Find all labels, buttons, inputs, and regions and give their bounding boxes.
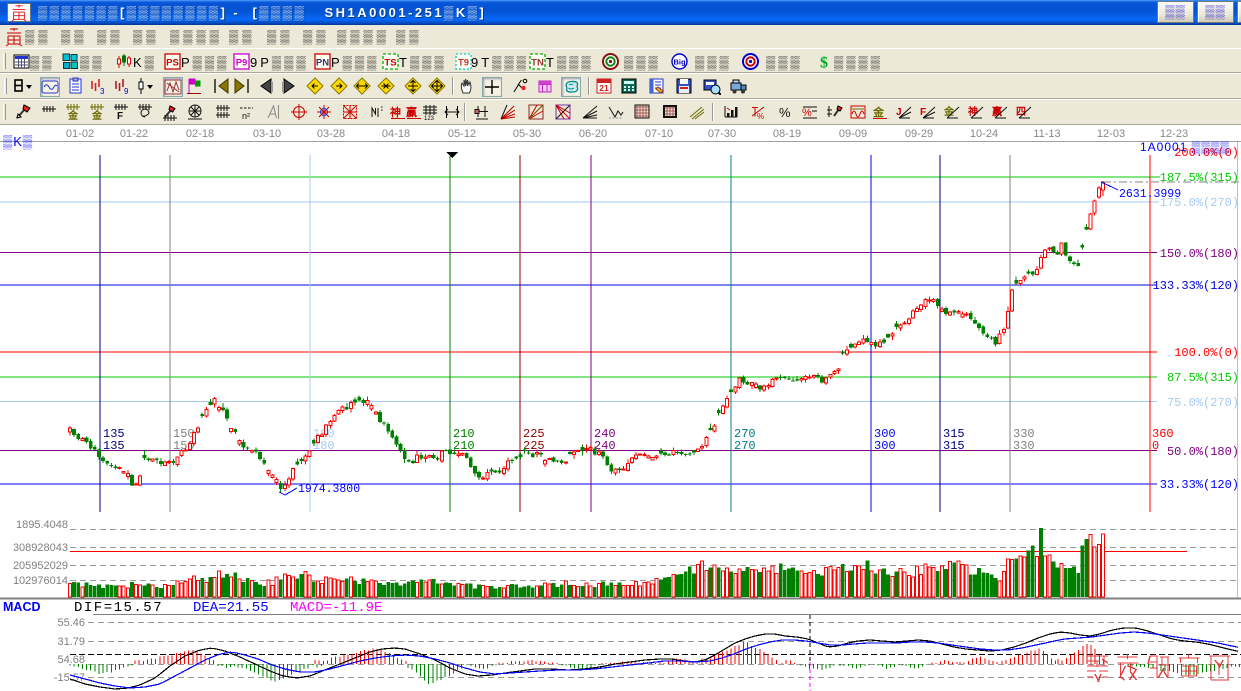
svg-text:133.33%(120): 133.33%(120) <box>1153 279 1239 293</box>
svg-text:TN: TN <box>531 58 544 69</box>
svg-text:04-18: 04-18 <box>382 128 410 140</box>
svg-text:240: 240 <box>594 439 616 453</box>
svg-text:PN: PN <box>316 58 329 69</box>
svg-text:神: 神 <box>390 105 401 119</box>
svg-text:12-03: 12-03 <box>1097 128 1125 140</box>
svg-text:05-30: 05-30 <box>513 128 541 140</box>
svg-text:11-13: 11-13 <box>1033 128 1060 140</box>
svg-text:75.0%(270): 75.0%(270) <box>1167 396 1239 410</box>
svg-text:TS: TS <box>384 58 396 69</box>
svg-text:308928043: 308928043 <box>13 542 68 554</box>
svg-text:DIF=15.57: DIF=15.57 <box>74 600 163 616</box>
svg-text:09-09: 09-09 <box>839 128 867 140</box>
svg-text:2631.3999: 2631.3999 <box>1119 188 1181 201</box>
svg-text:205952029: 205952029 <box>13 560 68 572</box>
svg-text:0: 0 <box>1152 439 1159 453</box>
svg-text:330: 330 <box>1013 439 1035 453</box>
svg-text:%: % <box>757 112 764 121</box>
svg-text:金: 金 <box>67 109 79 121</box>
svg-text:07-10: 07-10 <box>645 128 673 140</box>
svg-text:02-18: 02-18 <box>186 128 214 140</box>
svg-text:300: 300 <box>874 439 896 453</box>
svg-text:100.0%(0): 100.0%(0) <box>1174 346 1239 360</box>
svg-text:1974.3800: 1974.3800 <box>298 483 360 496</box>
svg-text:9: 9 <box>124 87 129 95</box>
svg-text:102976014: 102976014 <box>13 575 68 587</box>
svg-text:33.33%(120): 33.33%(120) <box>1160 478 1239 492</box>
svg-text:3: 3 <box>100 87 105 95</box>
svg-text:07-30: 07-30 <box>708 128 736 140</box>
svg-text:MACD: MACD <box>3 600 41 614</box>
svg-text:1895.4048: 1895.4048 <box>16 519 68 531</box>
svg-text:54.68: 54.68 <box>57 654 85 666</box>
svg-text:12-23: 12-23 <box>1160 128 1188 140</box>
svg-text:T9: T9 <box>458 58 469 69</box>
svg-text:03-28: 03-28 <box>317 128 345 140</box>
svg-text:08-19: 08-19 <box>773 128 801 140</box>
svg-text:123: 123 <box>424 116 435 121</box>
svg-text:01-22: 01-22 <box>120 128 148 140</box>
svg-text:MACD=-11.9E: MACD=-11.9E <box>290 600 382 616</box>
svg-text:150.0%(180): 150.0%(180) <box>1160 247 1239 261</box>
svg-text:01-02: 01-02 <box>66 128 94 140</box>
svg-text:03-10: 03-10 <box>253 128 281 140</box>
svg-text:187.5%(315): 187.5%(315) <box>1160 171 1239 185</box>
svg-text:50.0%(180): 50.0%(180) <box>1167 445 1239 459</box>
svg-text:1A0001 ▒▒▒▒: 1A0001 ▒▒▒▒ <box>1140 140 1230 154</box>
svg-text:21: 21 <box>599 83 609 93</box>
svg-text:10-24: 10-24 <box>970 128 998 140</box>
svg-text:55.46: 55.46 <box>57 617 85 629</box>
svg-text:315: 315 <box>943 439 965 453</box>
svg-text:210: 210 <box>453 439 475 453</box>
svg-text:06-20: 06-20 <box>579 128 607 140</box>
svg-text:270: 270 <box>734 439 756 453</box>
svg-text:F: F <box>117 111 123 121</box>
svg-text:▒K▒: ▒K▒ <box>3 134 33 150</box>
svg-text:P9: P9 <box>236 58 248 69</box>
svg-text:n²: n² <box>242 111 250 121</box>
svg-text:金: 金 <box>872 105 885 119</box>
svg-text:%: % <box>802 107 812 119</box>
svg-text:135: 135 <box>103 439 125 453</box>
svg-text:DEA=21.55: DEA=21.55 <box>193 600 269 616</box>
svg-text:$: $ <box>820 55 828 71</box>
svg-text:PS: PS <box>166 58 179 69</box>
svg-text:赢: 赢 <box>406 105 417 119</box>
svg-text:%: % <box>779 105 791 120</box>
svg-text:87.5%(315): 87.5%(315) <box>1167 371 1239 385</box>
svg-text:09-29: 09-29 <box>905 128 933 140</box>
svg-text:05-12: 05-12 <box>448 128 476 140</box>
svg-text:金: 金 <box>91 109 103 121</box>
svg-text:Big: Big <box>673 58 686 67</box>
svg-text:31.79: 31.79 <box>57 636 85 648</box>
